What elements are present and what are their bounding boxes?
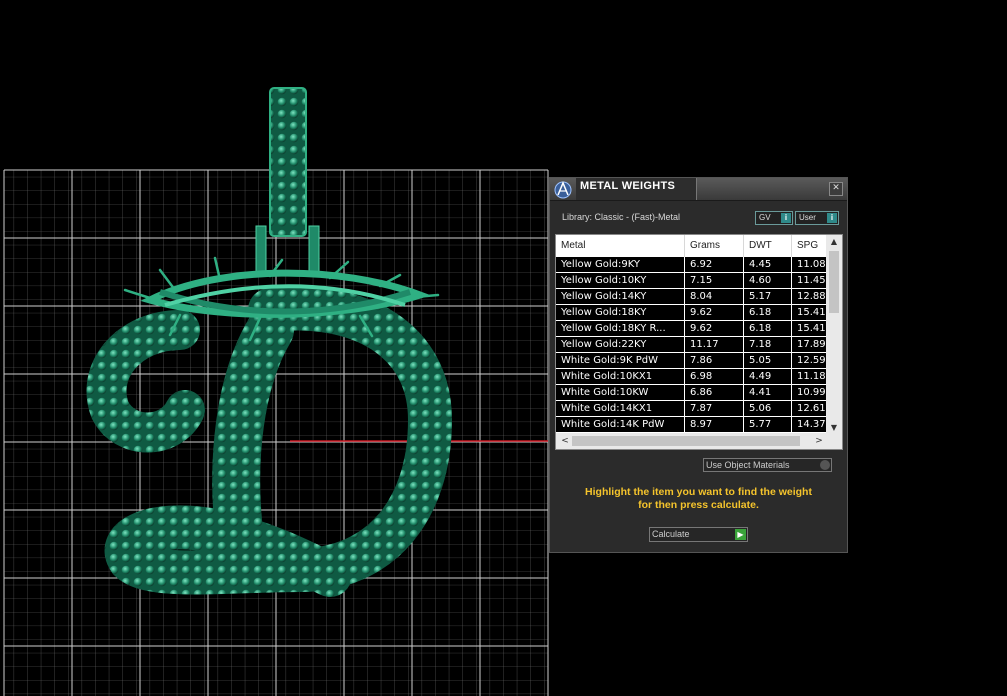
user-label: User: [799, 213, 816, 222]
info-icon: i: [827, 213, 837, 223]
table-row[interactable]: White Gold:9K PdW 7.86 5.05 12.59: [556, 353, 826, 369]
close-button[interactable]: ✕: [829, 182, 843, 196]
library-label: Library: Classic - (Fast)-Metal: [562, 212, 681, 222]
column-header-grams[interactable]: Grams: [685, 235, 744, 257]
table-row[interactable]: Yellow Gold:18KY R... 9.62 6.18 15.41: [556, 321, 826, 337]
metal-cell: White Gold:14KX1: [556, 401, 685, 416]
gv-label: GV: [759, 213, 771, 222]
play-icon: ▶: [735, 529, 746, 540]
metal-cell: Yellow Gold:22KY: [556, 337, 685, 352]
toggle-icon: [820, 460, 830, 470]
grams-cell: 6.92: [685, 257, 744, 272]
metal-cell: White Gold:10KX1: [556, 369, 685, 384]
column-header-dwt[interactable]: DWT: [744, 235, 792, 257]
metal-cell: Yellow Gold:10KY: [556, 273, 685, 288]
dwt-cell: 6.18: [744, 321, 792, 336]
metal-cell: Yellow Gold:9KY: [556, 257, 685, 272]
dwt-cell: 4.41: [744, 385, 792, 400]
user-button[interactable]: User i: [795, 211, 839, 225]
scroll-up-icon[interactable]: ▲: [826, 235, 842, 249]
dwt-cell: 5.77: [744, 417, 792, 432]
close-icon: ✕: [832, 183, 840, 193]
table-row[interactable]: Yellow Gold:18KY 9.62 6.18 15.41: [556, 305, 826, 321]
instruction-text: Highlight the item you want to find the …: [560, 486, 837, 512]
dwt-cell: 7.18: [744, 337, 792, 352]
column-header-metal[interactable]: Metal: [556, 235, 685, 257]
table-row[interactable]: White Gold:14K PdW 8.97 5.77 14.37: [556, 417, 826, 433]
panel-title: METAL WEIGHTS: [580, 180, 676, 192]
metal-cell: White Gold:14K PdW: [556, 417, 685, 432]
grams-cell: 9.62: [685, 321, 744, 336]
dwt-cell: 5.05: [744, 353, 792, 368]
calculate-label: Calculate: [652, 529, 690, 539]
table-row[interactable]: Yellow Gold:14KY 8.04 5.17 12.88: [556, 289, 826, 305]
metal-cell: White Gold:10KW: [556, 385, 685, 400]
table-row[interactable]: White Gold:10KW 6.86 4.41 10.99: [556, 385, 826, 401]
metal-table: Metal Grams DWT SPG Yellow Gold:9KY 6.92 4…: [555, 234, 843, 450]
horizontal-scrollbar[interactable]: < >: [556, 433, 842, 449]
metal-cell: Yellow Gold:18KY: [556, 305, 685, 320]
metal-cell: Yellow Gold:14KY: [556, 289, 685, 304]
metal-weights-panel: METAL WEIGHTS ✕ Library: Classic - (Fast…: [549, 177, 848, 553]
dwt-cell: 5.17: [744, 289, 792, 304]
table-header: Metal Grams DWT SPG: [556, 235, 826, 257]
dwt-cell: 4.45: [744, 257, 792, 272]
grams-cell: 6.86: [685, 385, 744, 400]
dwt-cell: 4.60: [744, 273, 792, 288]
grams-cell: 7.86: [685, 353, 744, 368]
grams-cell: 6.98: [685, 369, 744, 384]
viewport-canvas[interactable]: [0, 0, 1007, 696]
matrix-logo-icon: [552, 179, 574, 199]
info-icon: i: [781, 213, 791, 223]
grams-cell: 7.87: [685, 401, 744, 416]
3d-viewport[interactable]: [0, 0, 1007, 696]
title-tab: METAL WEIGHTS: [576, 178, 697, 200]
dwt-cell: 6.18: [744, 305, 792, 320]
table-row[interactable]: Yellow Gold:9KY 6.92 4.45 11.08: [556, 257, 826, 273]
metal-cell: Yellow Gold:18KY R...: [556, 321, 685, 336]
grams-cell: 8.97: [685, 417, 744, 432]
grams-cell: 11.17: [685, 337, 744, 352]
scroll-left-icon[interactable]: <: [558, 433, 572, 449]
horizontal-scroll-thumb[interactable]: [572, 436, 800, 446]
gv-button[interactable]: GV i: [755, 211, 793, 225]
grid-plane: [3, 169, 549, 696]
table-row[interactable]: White Gold:14KX1 7.87 5.06 12.61: [556, 401, 826, 417]
use-object-materials-label: Use Object Materials: [706, 460, 790, 470]
vertical-scroll-thumb[interactable]: [829, 251, 839, 313]
panel-titlebar[interactable]: METAL WEIGHTS ✕: [550, 178, 847, 201]
vertical-scrollbar[interactable]: ▲ ▼: [826, 235, 842, 435]
grams-cell: 9.62: [685, 305, 744, 320]
calculate-button[interactable]: Calculate ▶: [649, 527, 748, 542]
metal-cell: White Gold:9K PdW: [556, 353, 685, 368]
grams-cell: 8.04: [685, 289, 744, 304]
dwt-cell: 4.49: [744, 369, 792, 384]
table-row[interactable]: Yellow Gold:22KY 11.17 7.18 17.89: [556, 337, 826, 353]
table-row[interactable]: White Gold:10KX1 6.98 4.49 11.18: [556, 369, 826, 385]
grams-cell: 7.15: [685, 273, 744, 288]
instruction-line-1: Highlight the item you want to find the …: [585, 486, 812, 498]
instruction-line-2: for then press calculate.: [638, 499, 759, 511]
scroll-right-icon[interactable]: >: [812, 433, 826, 449]
use-object-materials-toggle[interactable]: Use Object Materials: [703, 458, 832, 472]
table-body: Yellow Gold:9KY 6.92 4.45 11.08 Yellow Gold…: [556, 257, 826, 433]
dwt-cell: 5.06: [744, 401, 792, 416]
table-row[interactable]: Yellow Gold:10KY 7.15 4.60 11.45: [556, 273, 826, 289]
